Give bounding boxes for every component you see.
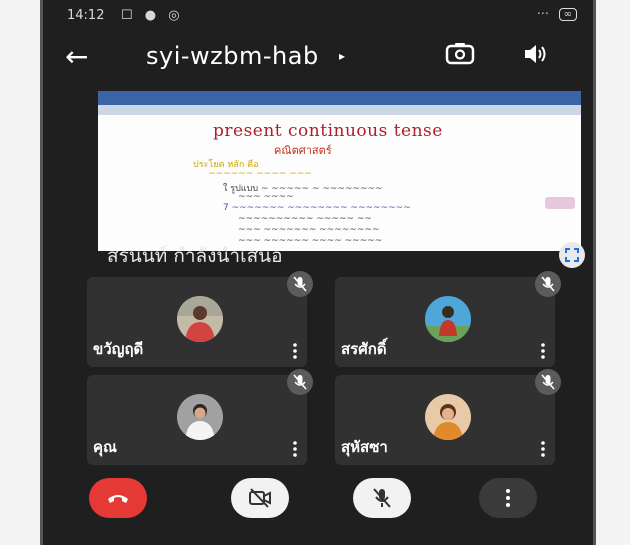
mic-off-icon [541,374,555,390]
meeting-code[interactable]: syi-wzbm-hab [146,42,319,70]
presentation-line: ~~~ ~~~~~~~ ~~~~~~~~ [238,225,380,235]
avatar [425,296,471,342]
presentation-line: ~~~~~~ ~~~~ ~~~ [208,169,312,179]
avatar [177,394,223,440]
presentation-subtitle: คณิตศาสตร์ [274,144,332,157]
status-time: 14:12 [67,8,105,23]
status-right: ⋯ ∞ [537,6,577,21]
more-vert-icon [506,489,510,507]
more-vert-icon[interactable] [541,441,545,457]
meeting-top-bar: ← syi-wzbm-hab ▸ [43,34,593,78]
presentation-line: 7 ~~~~~~~ ~~~~~~~~ ~~~~~~~~ [223,203,411,213]
mic-toggle-button[interactable] [353,478,411,518]
more-vert-icon[interactable] [293,441,297,457]
fullscreen-icon [565,248,579,262]
caret-right-icon[interactable]: ▸ [339,49,345,63]
mic-off-badge [535,271,561,297]
participant-name: ขวัญฤดี [93,340,144,358]
mic-off-badge [535,369,561,395]
switch-camera-icon[interactable] [445,42,475,66]
participant-tile[interactable]: สุหัสซา [335,369,561,465]
participant-name: สรศักดิ์ [341,340,387,358]
camera-off-icon [249,488,271,508]
battery-icon: ∞ [558,8,577,21]
back-arrow-icon[interactable]: ← [65,40,88,73]
fullscreen-button[interactable] [559,242,585,268]
more-vert-icon[interactable] [541,343,545,359]
mic-off-icon [293,374,307,390]
avatar [425,394,471,440]
participant-tile[interactable]: สรศักดิ์ [335,271,561,367]
shared-screen[interactable]: present continuous tense คณิตศาสตร์ ประโ… [98,91,581,251]
participant-tile[interactable]: คุณ [87,369,313,465]
mic-off-badge [287,369,313,395]
presentation-title: present continuous tense [213,121,443,141]
more-options-button[interactable] [479,478,537,518]
presentation-line: ~~~~~~~~~~ ~~~~~ ~~ [238,214,372,224]
notification-icons: ☐ ● ◎ [121,8,184,23]
mic-off-icon [293,276,307,292]
presentation-scrollbar[interactable] [545,197,575,209]
status-bar: 14:12 ☐ ● ◎ ⋯ ∞ [43,0,593,30]
participant-name: คุณ [93,438,117,456]
speaker-icon[interactable] [523,43,549,65]
phone-screen: 14:12 ☐ ● ◎ ⋯ ∞ ← syi-wzbm-hab ▸ present… [40,0,596,545]
presentation-ribbon [98,105,581,115]
hang-up-button[interactable] [89,478,147,518]
call-controls [43,468,593,528]
avatar [177,296,223,342]
presenting-label: สรนนท์ กำลังนำเสนอ [107,245,283,267]
mic-off-icon [373,488,391,508]
participant-name: สุหัสซา [341,438,388,456]
presentation-line: ~~~ ~~~~ [238,192,294,202]
participant-tile[interactable]: ขวัญฤดี [87,271,313,367]
signal-icons: ⋯ [536,6,549,20]
more-vert-icon[interactable] [293,343,297,359]
mic-off-badge [287,271,313,297]
camera-toggle-button[interactable] [231,478,289,518]
presentation-toolbar [98,91,581,105]
mic-off-icon [541,276,555,292]
phone-hangup-icon [108,495,128,503]
